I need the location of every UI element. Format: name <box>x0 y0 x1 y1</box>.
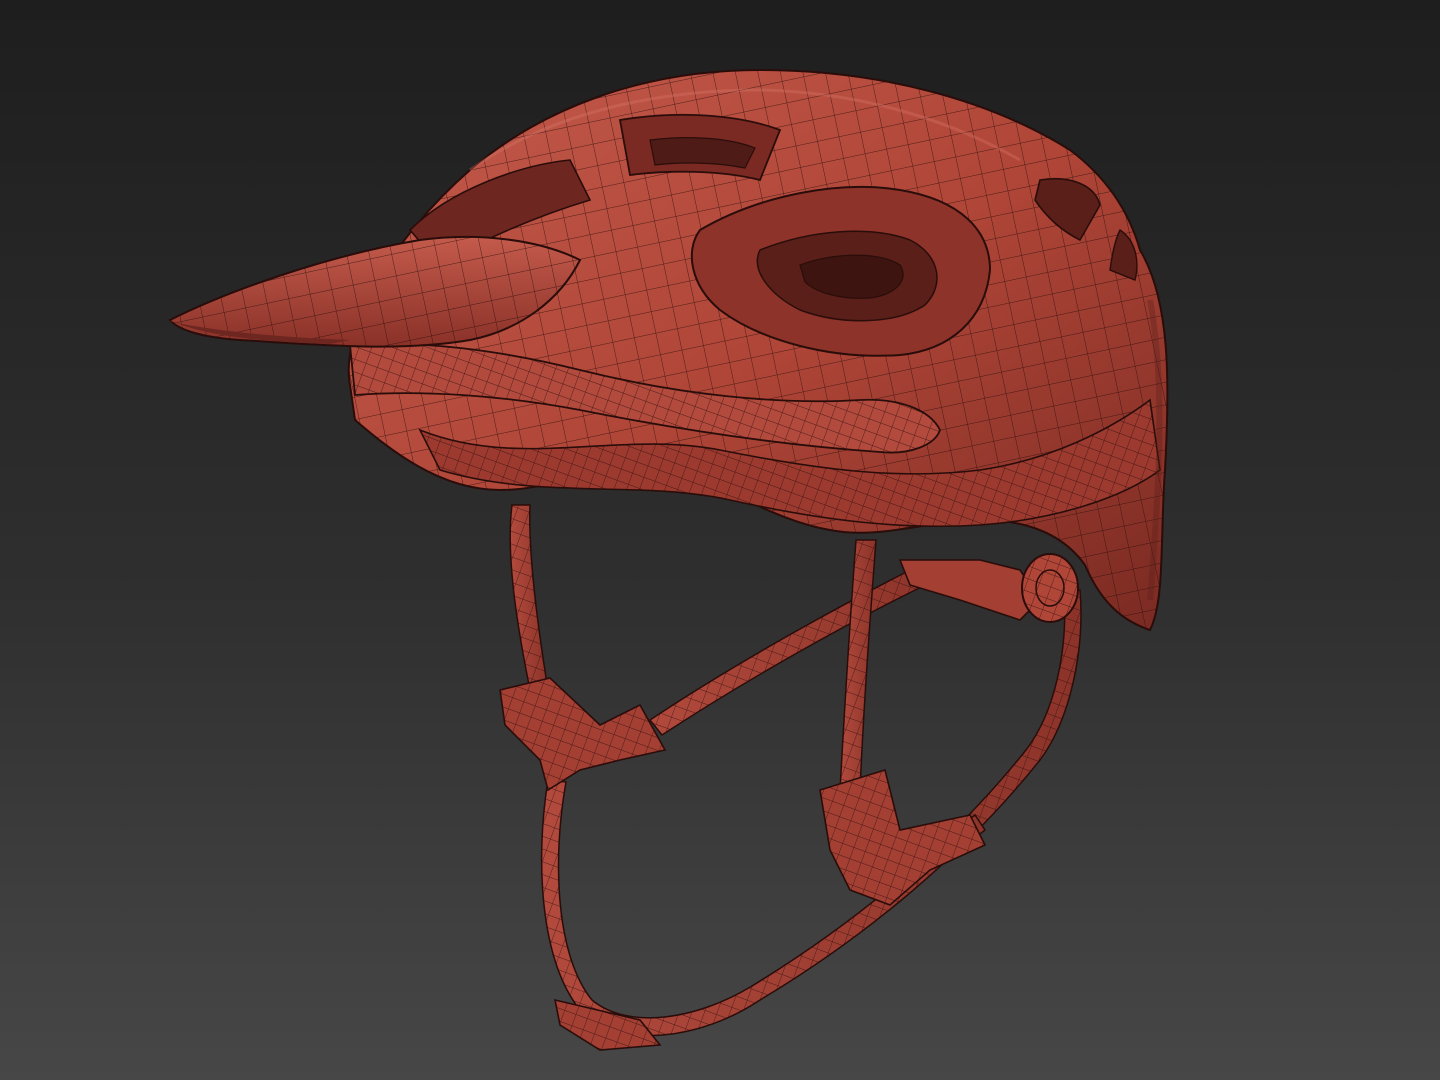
strap-divider-lower <box>819 768 987 906</box>
viewport <box>0 0 1440 1080</box>
strap-divider-left <box>499 677 667 792</box>
chin-loop <box>540 589 1082 1037</box>
chin-buckle <box>553 998 662 1051</box>
helmet-shell <box>347 68 1169 632</box>
chin-strap-group <box>499 504 1082 1051</box>
helmet-model <box>168 68 1169 1051</box>
retention-dial <box>898 553 1079 623</box>
